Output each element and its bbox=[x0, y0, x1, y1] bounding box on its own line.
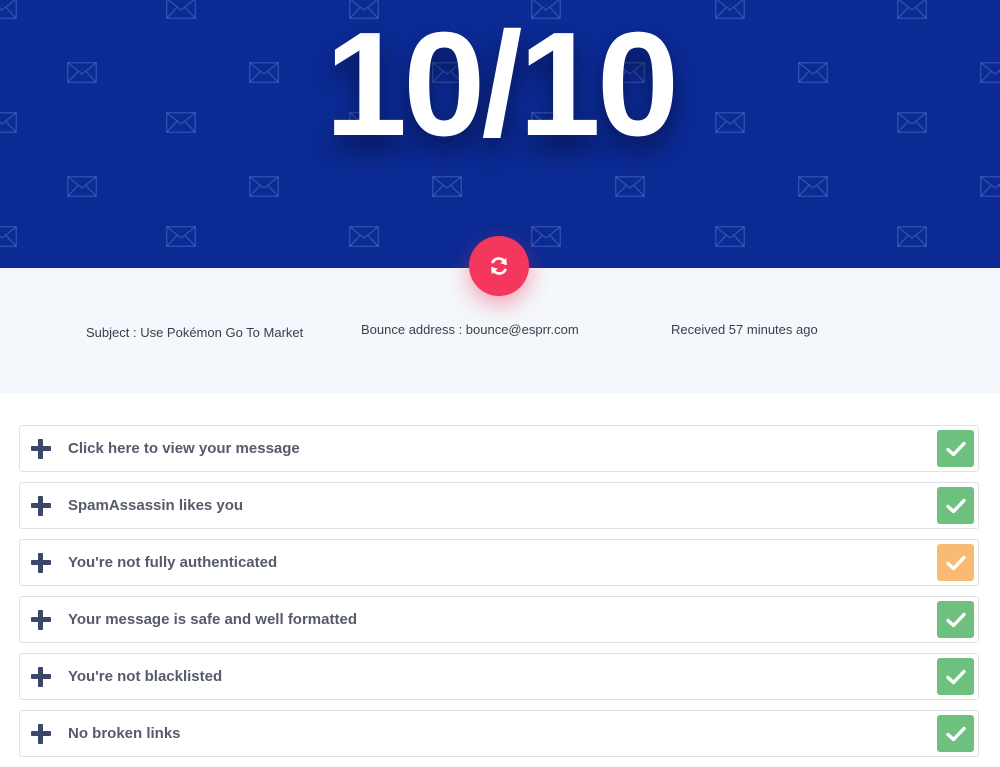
envelope-icon bbox=[166, 226, 196, 247]
envelope-icon bbox=[349, 226, 379, 247]
check-row-view-message[interactable]: Click here to view your message bbox=[19, 425, 979, 472]
status-badge bbox=[937, 658, 974, 695]
check-icon bbox=[945, 612, 966, 627]
score-value: 10/10 bbox=[324, 2, 679, 167]
envelope-icon bbox=[531, 226, 561, 247]
check-icon bbox=[945, 498, 966, 513]
status-badge bbox=[937, 430, 974, 467]
score-header: 10/10 bbox=[0, 0, 1000, 268]
plus-icon bbox=[31, 667, 51, 687]
plus-icon bbox=[31, 439, 51, 459]
received-time-text: Received 57 minutes ago bbox=[671, 322, 818, 337]
check-list: Click here to view your message SpamAssa… bbox=[19, 425, 979, 767]
envelope-icon bbox=[249, 176, 279, 197]
check-label: No broken links bbox=[68, 725, 181, 742]
check-icon bbox=[945, 726, 966, 741]
check-icon bbox=[945, 669, 966, 684]
check-label: You're not fully authenticated bbox=[68, 554, 278, 571]
refresh-icon bbox=[491, 257, 507, 275]
plus-icon bbox=[31, 724, 51, 744]
check-row-formatting[interactable]: Your message is safe and well formatted bbox=[19, 596, 979, 643]
envelope-icon bbox=[0, 226, 17, 247]
check-row-blacklist[interactable]: You're not blacklisted bbox=[19, 653, 979, 700]
envelope-icon bbox=[980, 176, 1000, 197]
subject-text: Subject : Use Pokémon Go To Market bbox=[86, 325, 304, 340]
status-badge bbox=[937, 487, 974, 524]
check-label: Click here to view your message bbox=[68, 440, 300, 457]
envelope-icon bbox=[715, 226, 745, 247]
check-label: SpamAssassin likes you bbox=[68, 497, 244, 514]
status-badge bbox=[937, 715, 974, 752]
plus-icon bbox=[31, 610, 51, 630]
check-row-authentication[interactable]: You're not fully authenticated bbox=[19, 539, 979, 586]
check-label: Your message is safe and well formatted bbox=[68, 611, 357, 628]
plus-icon bbox=[31, 496, 51, 516]
envelope-icon bbox=[615, 176, 645, 197]
status-badge bbox=[937, 544, 974, 581]
check-icon bbox=[945, 555, 966, 570]
plus-icon bbox=[31, 553, 51, 573]
check-label: You're not blacklisted bbox=[68, 668, 223, 685]
check-row-spamassassin[interactable]: SpamAssassin likes you bbox=[19, 482, 979, 529]
status-badge bbox=[937, 601, 974, 638]
envelope-icon bbox=[67, 176, 97, 197]
envelope-icon bbox=[897, 226, 927, 247]
bounce-address-text: Bounce address : bounce@esprr.com bbox=[361, 322, 579, 337]
refresh-button[interactable] bbox=[469, 236, 529, 296]
envelope-icon bbox=[798, 176, 828, 197]
check-icon bbox=[945, 441, 966, 456]
envelope-icon bbox=[432, 176, 462, 197]
